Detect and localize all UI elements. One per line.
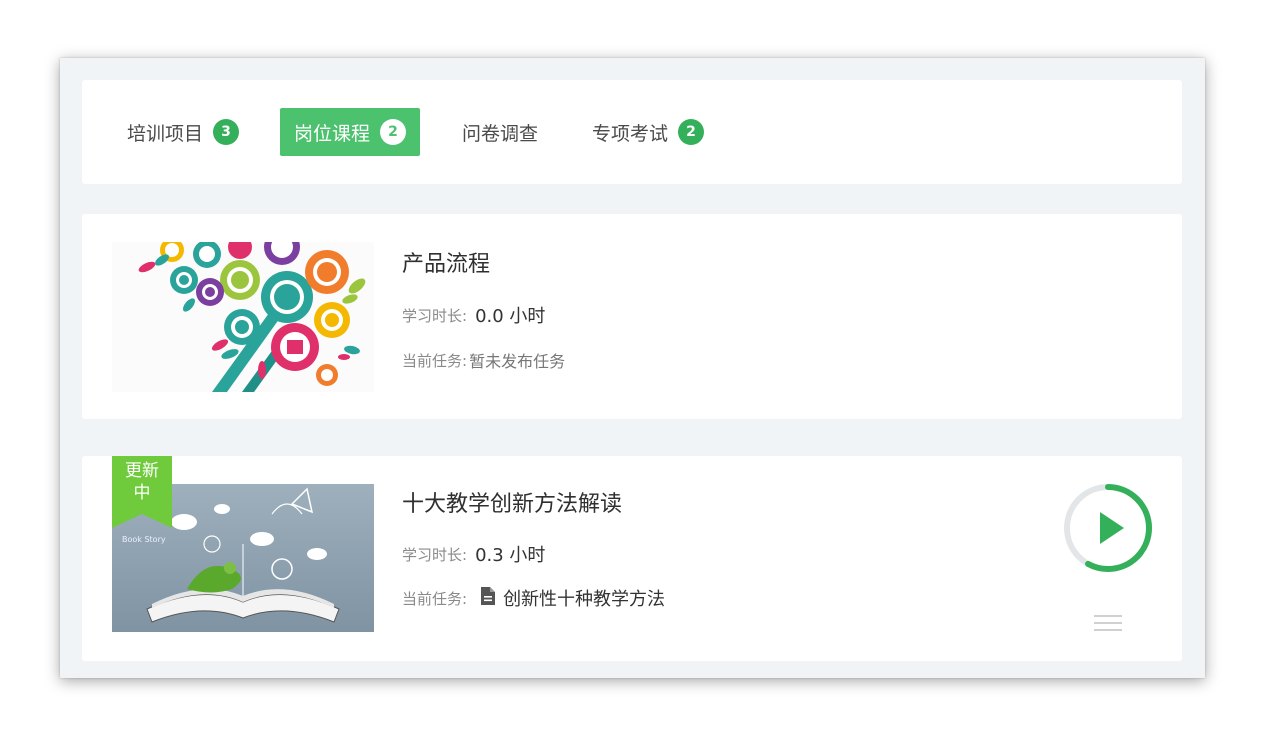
- play-progress-button[interactable]: [1062, 482, 1154, 574]
- count-badge: 2: [678, 119, 705, 145]
- duration-value: 0.3 小时: [475, 545, 546, 566]
- tab-label: 培训项目: [127, 122, 204, 145]
- tab-training-projects[interactable]: 培训项目 3: [127, 108, 240, 156]
- course-card[interactable]: Book Story 更新 中 十大教学创新方法解读 学习时长: 0.3 小时 …: [82, 456, 1182, 661]
- task-value[interactable]: 创新性十种教学方法: [503, 585, 665, 611]
- count-badge: 2: [380, 119, 407, 145]
- ribbon-line1: 更新: [125, 461, 159, 481]
- tab-label: 岗位课程: [294, 122, 371, 145]
- task-label: 当前任务:: [402, 351, 468, 370]
- duration-label: 学习时长:: [402, 306, 468, 325]
- play-icon: [1064, 484, 1152, 572]
- course-title[interactable]: 十大教学创新方法解读: [402, 486, 622, 518]
- updating-ribbon: 更新 中: [112, 456, 172, 528]
- duration-label: 学习时长:: [402, 545, 468, 564]
- course-thumbnail[interactable]: [112, 242, 374, 392]
- book-story-caption: Book Story: [122, 535, 166, 544]
- tab-survey[interactable]: 问卷调查: [462, 108, 538, 156]
- current-task: 当前任务: 暂未发布任务: [402, 348, 565, 372]
- task-label: 当前任务:: [402, 589, 468, 608]
- tab-position-courses[interactable]: 岗位课程 2: [280, 108, 421, 156]
- tab-special-exam[interactable]: 专项考试 2: [592, 108, 705, 156]
- tab-bar: 培训项目 3 岗位课程 2 问卷调查 专项考试 2: [82, 80, 1182, 184]
- study-duration: 学习时长: 0.3 小时: [402, 541, 545, 567]
- menu-icon[interactable]: [1094, 614, 1122, 632]
- current-task: 当前任务: 创新性十种教学方法: [402, 585, 665, 611]
- course-title[interactable]: 产品流程: [402, 246, 490, 278]
- task-value: 暂未发布任务: [469, 352, 566, 371]
- duration-value: 0.0 小时: [475, 306, 546, 327]
- tab-label: 问卷调查: [462, 122, 539, 145]
- gears-illustration-icon: [112, 242, 374, 392]
- ribbon-line2: 中: [133, 483, 151, 503]
- document-icon: [481, 587, 496, 609]
- tab-label: 专项考试: [592, 122, 669, 145]
- count-badge: 3: [213, 119, 240, 145]
- course-card[interactable]: 产品流程 学习时长: 0.0 小时 当前任务: 暂未发布任务: [82, 214, 1182, 419]
- app-window: 培训项目 3 岗位课程 2 问卷调查 专项考试 2 产品流程 学习时长: 0.0…: [60, 58, 1205, 678]
- study-duration: 学习时长: 0.0 小时: [402, 302, 545, 328]
